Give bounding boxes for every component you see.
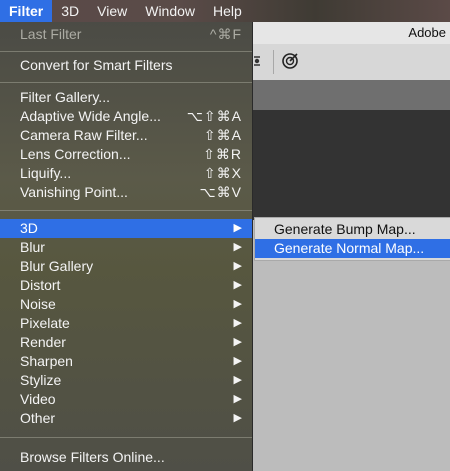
- menubar-3d[interactable]: 3D: [52, 0, 88, 22]
- menu-item-lens-correction[interactable]: Lens Correction... ⇧⌘R: [0, 145, 252, 164]
- menu-item-label: Sharpen: [20, 353, 73, 369]
- settings-dropdown-icon[interactable]: [251, 52, 269, 70]
- menu-item-shortcut: ⌥⇧⌘A: [186, 108, 242, 124]
- menu-item-blur-gallery[interactable]: Blur Gallery ▶: [0, 257, 252, 276]
- menu-item-liquify[interactable]: Liquify... ⇧⌘X: [0, 164, 252, 183]
- app-title: Adobe: [408, 25, 446, 40]
- submenu-item-generate-normal-map[interactable]: Generate Normal Map...: [255, 239, 450, 258]
- menu-bar: Filter 3D View Window Help: [0, 0, 450, 22]
- submenu-arrow-icon: ▶: [233, 355, 242, 367]
- submenu-arrow-icon: ▶: [233, 260, 242, 272]
- menu-item-label: Distort: [20, 277, 61, 293]
- menu-separator: [0, 51, 252, 52]
- menu-item-label: Last Filter: [20, 26, 82, 42]
- menu-item-shortcut: ⇧⌘X: [203, 165, 242, 181]
- menu-item-label: Pixelate: [20, 315, 70, 331]
- menu-item-label: Lens Correction...: [20, 146, 131, 162]
- submenu-arrow-icon: ▶: [233, 412, 242, 424]
- menu-item-label: 3D: [20, 220, 38, 236]
- menu-item-label: Adaptive Wide Angle...: [20, 108, 161, 124]
- menu-item-label: Convert for Smart Filters: [20, 57, 173, 73]
- menu-item-label: Other: [20, 410, 56, 426]
- menu-item-noise[interactable]: Noise ▶: [0, 295, 252, 314]
- menu-item-label: Generate Normal Map...: [274, 240, 425, 256]
- menu-item-shortcut: ⇧⌘A: [203, 127, 242, 143]
- menu-item-label: Vanishing Point...: [20, 184, 128, 200]
- menu-item-label: Camera Raw Filter...: [20, 127, 148, 143]
- menu-separator: [0, 82, 252, 83]
- menu-item-render[interactable]: Render ▶: [0, 333, 252, 352]
- menu-item-pixelate[interactable]: Pixelate ▶: [0, 314, 252, 333]
- menu-item-shortcut: ⌥⌘V: [199, 184, 242, 200]
- menu-item-stylize[interactable]: Stylize ▶: [0, 371, 252, 390]
- document-tab-bar: [251, 80, 450, 111]
- menu-item-adaptive-wide-angle[interactable]: Adaptive Wide Angle... ⌥⇧⌘A: [0, 107, 252, 126]
- submenu-arrow-icon: ▶: [233, 279, 242, 291]
- menu-item-label: Browse Filters Online...: [20, 449, 165, 465]
- submenu-arrow-icon: ▶: [233, 298, 242, 310]
- app-title-bar: Adobe: [251, 22, 450, 44]
- menu-separator: [0, 437, 252, 438]
- menu-item-label: Stylize: [20, 372, 62, 388]
- menu-item-distort[interactable]: Distort ▶: [0, 276, 252, 295]
- menu-item-sharpen[interactable]: Sharpen ▶: [0, 352, 252, 371]
- menu-item-camera-raw-filter[interactable]: Camera Raw Filter... ⇧⌘A: [0, 126, 252, 145]
- menu-item-video[interactable]: Video ▶: [0, 390, 252, 409]
- workspace-dark-area: [251, 110, 450, 220]
- menu-item-browse-filters-online[interactable]: Browse Filters Online...: [0, 448, 252, 467]
- menubar-help[interactable]: Help: [204, 0, 251, 22]
- submenu-arrow-icon: ▶: [233, 336, 242, 348]
- menu-item-last-filter: Last Filter ^⌘F: [0, 25, 252, 44]
- filter-menu: Last Filter ^⌘F Convert for Smart Filter…: [0, 22, 253, 471]
- submenu-arrow-icon: ▶: [233, 393, 242, 405]
- menubar-view[interactable]: View: [88, 0, 136, 22]
- submenu-arrow-icon: ▶: [233, 317, 242, 329]
- app-options-bar: [251, 44, 450, 81]
- menu-item-shortcut: ^⌘F: [209, 26, 242, 42]
- menu-item-label: Render: [20, 334, 66, 350]
- menu-item-label: Blur Gallery: [20, 258, 94, 274]
- menu-item-3d[interactable]: 3D ▶: [0, 219, 252, 238]
- submenu-arrow-icon: ▶: [233, 222, 242, 234]
- menu-item-label: Filter Gallery...: [20, 89, 110, 105]
- menu-item-label: Liquify...: [20, 165, 72, 181]
- submenu-arrow-icon: ▶: [233, 374, 242, 386]
- submenu-3d: Generate Bump Map... Generate Normal Map…: [254, 217, 450, 261]
- menu-item-label: Noise: [20, 296, 56, 312]
- menu-item-convert-smart-filters[interactable]: Convert for Smart Filters: [0, 56, 252, 75]
- menu-item-label: Generate Bump Map...: [274, 221, 416, 237]
- toolbar-divider: [273, 50, 274, 74]
- menu-item-blur[interactable]: Blur ▶: [0, 238, 252, 257]
- target-icon[interactable]: [281, 52, 299, 70]
- menu-item-vanishing-point[interactable]: Vanishing Point... ⌥⌘V: [0, 183, 252, 202]
- menu-separator: [0, 210, 252, 211]
- menubar-window[interactable]: Window: [136, 0, 204, 22]
- menu-item-label: Blur: [20, 239, 45, 255]
- menu-item-label: Video: [20, 391, 56, 407]
- menu-item-shortcut: ⇧⌘R: [203, 146, 242, 162]
- submenu-item-generate-bump-map[interactable]: Generate Bump Map...: [255, 220, 450, 239]
- menubar-filter[interactable]: Filter: [0, 0, 53, 22]
- menu-item-other[interactable]: Other ▶: [0, 409, 252, 428]
- menu-item-filter-gallery[interactable]: Filter Gallery...: [0, 88, 252, 107]
- submenu-arrow-icon: ▶: [233, 241, 242, 253]
